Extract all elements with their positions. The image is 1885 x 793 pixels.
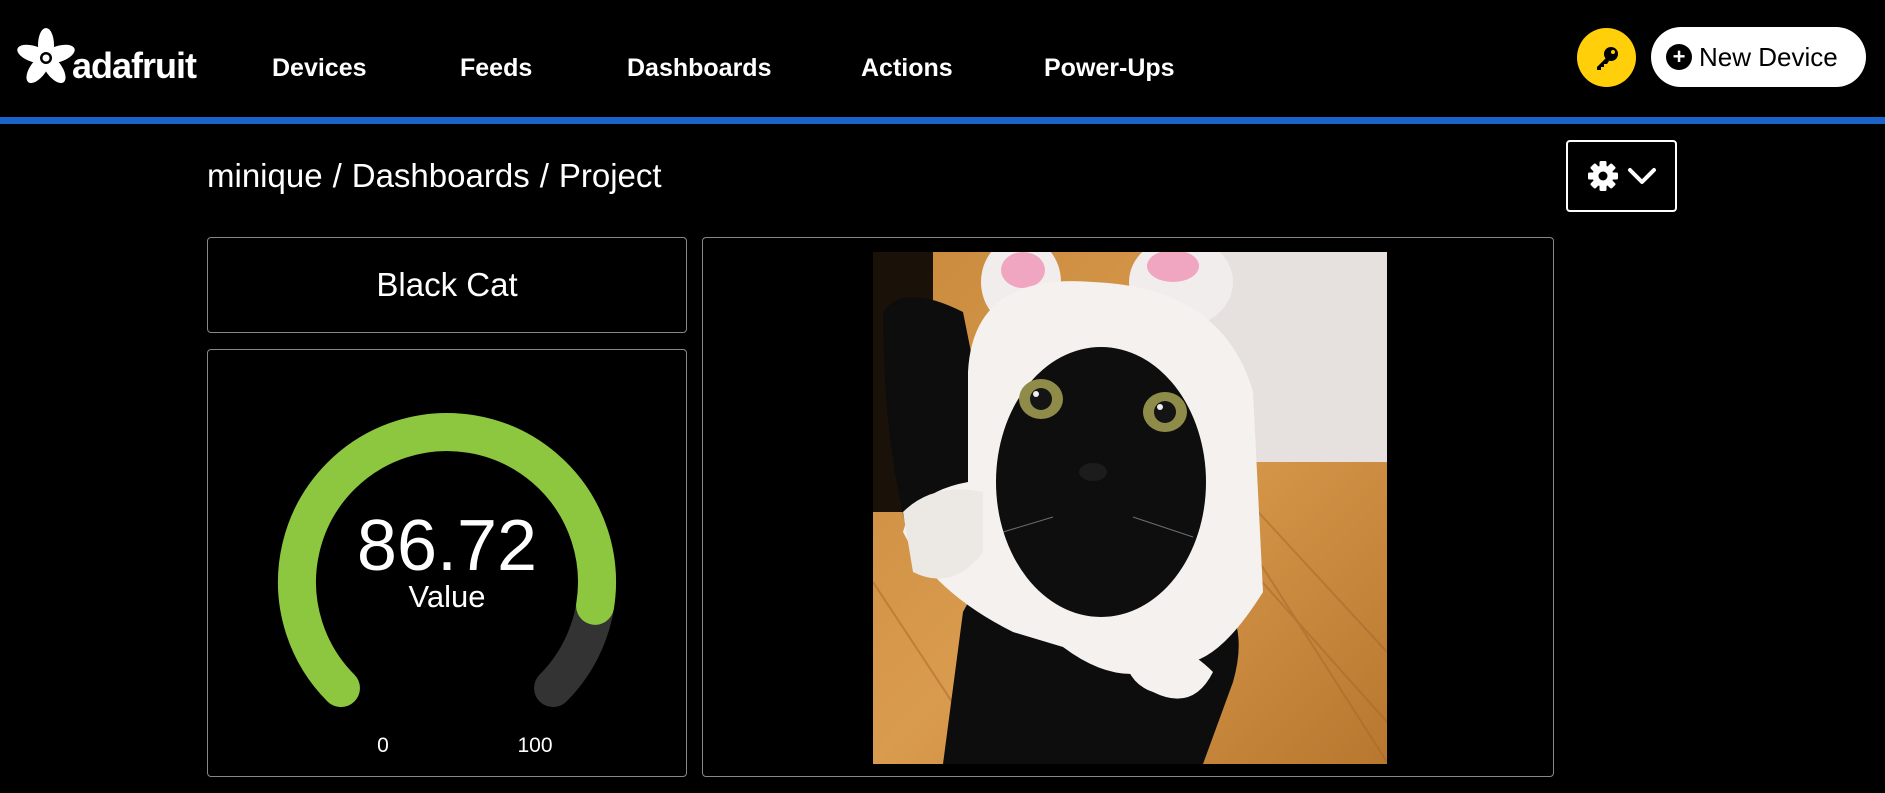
new-device-button[interactable]: + New Device xyxy=(1651,27,1866,87)
logo-wordmark: adafruit xyxy=(72,45,197,86)
breadcrumb-user[interactable]: minique xyxy=(207,157,323,194)
plus-circle-icon: + xyxy=(1666,44,1692,70)
top-navigation-bar: adafruit Devices Feeds Dashboards Action… xyxy=(0,0,1885,117)
black-cat-bunny-hat-image xyxy=(873,252,1387,764)
cat-photo xyxy=(873,252,1387,764)
adafruit-logo[interactable]: adafruit xyxy=(16,26,197,90)
gauge-max-label: 100 xyxy=(517,734,553,757)
adafruit-flower-icon xyxy=(17,28,75,84)
text-block[interactable]: Black Cat xyxy=(207,237,687,333)
breadcrumb-page: Project xyxy=(558,157,662,194)
gauge-label: Value xyxy=(408,579,486,614)
dashboard-settings-button[interactable] xyxy=(1566,140,1677,212)
gauge-value: 86.72 xyxy=(356,506,538,586)
breadcrumb-separator: / xyxy=(332,157,342,194)
main-nav: Devices Feeds Dashboards Actions Power-U… xyxy=(272,54,1175,83)
new-device-label: New Device xyxy=(1699,41,1838,72)
chevron-down-icon xyxy=(1627,168,1656,184)
text-block-label: Black Cat xyxy=(376,266,518,303)
breadcrumb: minique / Dashboards / Project xyxy=(207,157,662,195)
key-icon xyxy=(1596,46,1618,70)
gauge-block[interactable]: 86.72 Value 0 100 xyxy=(207,349,687,777)
accent-divider xyxy=(0,117,1885,124)
nav-feeds[interactable]: Feeds xyxy=(460,54,627,83)
breadcrumb-dashboards[interactable]: Dashboards xyxy=(352,157,530,194)
image-block[interactable] xyxy=(702,237,1554,777)
gauge-min-label: 0 xyxy=(377,734,389,757)
nav-actions[interactable]: Actions xyxy=(861,54,1044,83)
nav-power-ups[interactable]: Power-Ups xyxy=(1044,54,1175,83)
gear-icon xyxy=(1587,161,1618,191)
nav-devices[interactable]: Devices xyxy=(272,54,460,83)
breadcrumb-separator: / xyxy=(539,157,549,194)
io-key-button[interactable] xyxy=(1577,28,1636,87)
nav-dashboards[interactable]: Dashboards xyxy=(627,54,861,83)
